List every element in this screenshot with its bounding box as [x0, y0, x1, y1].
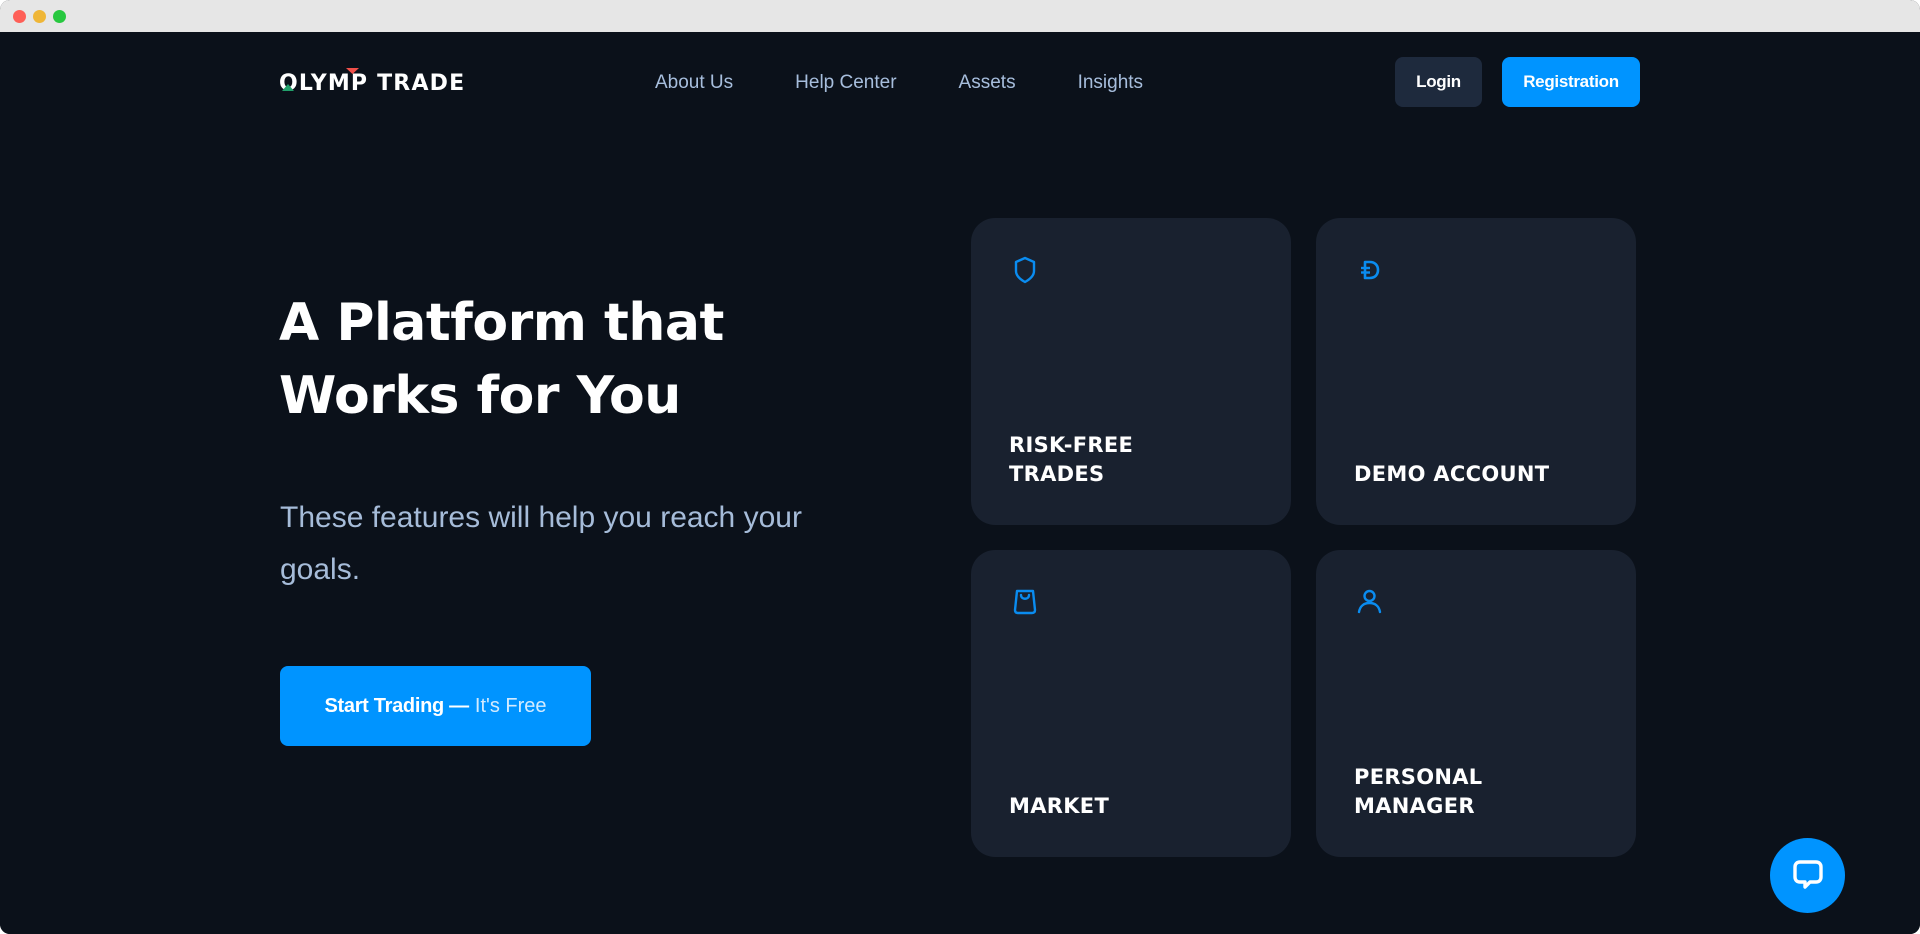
minimize-window-button[interactable]: [33, 10, 46, 23]
hero-title: A Platform that Works for You: [279, 287, 899, 433]
feature-card-label: PERSONAL MANAGER: [1354, 763, 1594, 821]
feature-label-line-2: MANAGER: [1354, 794, 1475, 818]
main-nav: About Us Help Center Assets Insights: [655, 68, 1143, 98]
feature-label-line-1: DEMO ACCOUNT: [1354, 462, 1550, 486]
feature-card-label: DEMO ACCOUNT: [1354, 460, 1594, 489]
login-button[interactable]: Login: [1395, 57, 1482, 107]
hero-title-line-2: Works for You: [279, 366, 681, 426]
cta-primary-text: Start Trading —: [324, 694, 469, 717]
hero-title-line-1: A Platform that: [279, 293, 724, 353]
landing-page: OLYMP TRADE About Us Help Center Assets …: [0, 32, 1920, 934]
feature-card-market[interactable]: MARKET: [971, 550, 1291, 857]
olymp-trade-logo[interactable]: OLYMP TRADE: [279, 66, 465, 96]
logo-text: OLYMP TRADE: [279, 71, 465, 96]
feature-card-label: MARKET: [1009, 792, 1249, 821]
live-chat-button[interactable]: [1770, 838, 1845, 913]
nav-assets[interactable]: Assets: [959, 68, 1016, 98]
browser-window: OLYMP TRADE About Us Help Center Assets …: [0, 0, 1920, 934]
shield-icon: [1009, 254, 1041, 286]
window-titlebar: [0, 0, 1920, 32]
logo-mark-icon: OLYMP TRADE: [279, 68, 465, 96]
feature-card-risk-free-trades[interactable]: RISK-FREE TRADES: [971, 218, 1291, 525]
registration-button[interactable]: Registration: [1502, 57, 1640, 107]
feature-label-line-2: TRADES: [1009, 462, 1105, 486]
feature-card-demo-account[interactable]: DEMO ACCOUNT: [1316, 218, 1636, 525]
cta-secondary-text: It's Free: [474, 694, 547, 717]
feature-card-personal-manager[interactable]: PERSONAL MANAGER: [1316, 550, 1636, 857]
maximize-window-button[interactable]: [53, 10, 66, 23]
close-window-button[interactable]: [13, 10, 26, 23]
person-icon: [1354, 586, 1386, 618]
demo-currency-icon: [1354, 254, 1386, 286]
feature-label-line-1: RISK-FREE: [1009, 433, 1134, 457]
start-trading-button[interactable]: Start Trading — It's Free: [280, 666, 591, 746]
shopping-bag-icon: [1009, 586, 1041, 618]
nav-insights[interactable]: Insights: [1078, 68, 1143, 98]
feature-label-line-1: PERSONAL: [1354, 765, 1483, 789]
nav-help-center[interactable]: Help Center: [795, 68, 896, 98]
feature-label-line-1: MARKET: [1009, 794, 1110, 818]
nav-about-us[interactable]: About Us: [655, 68, 733, 98]
feature-card-label: RISK-FREE TRADES: [1009, 431, 1249, 489]
chat-bubble-icon: [1791, 857, 1825, 894]
hero-subtitle: These features will help you reach your …: [280, 501, 802, 586]
